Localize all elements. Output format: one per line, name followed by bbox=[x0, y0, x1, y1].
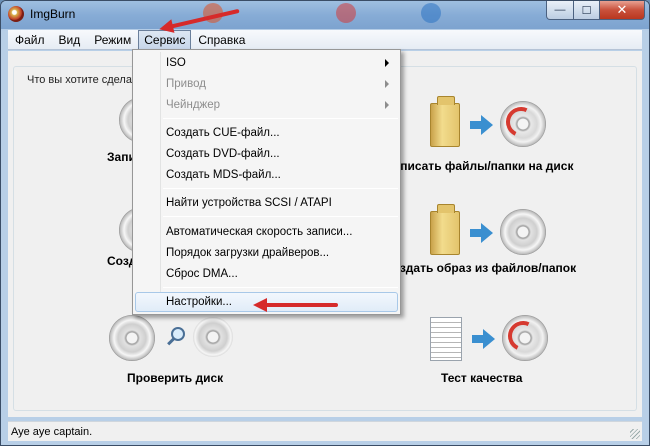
menu-item-label: ISO bbox=[166, 57, 186, 69]
menu-item-changer: Чейнджер bbox=[135, 95, 398, 115]
disc-icon bbox=[500, 209, 546, 255]
disc-icon bbox=[109, 315, 155, 361]
desktop-orb-icon bbox=[336, 3, 356, 23]
menu-separator bbox=[163, 216, 398, 217]
resize-grip-icon[interactable] bbox=[630, 429, 640, 439]
menu-view[interactable]: Вид bbox=[52, 30, 88, 50]
arrow-right-icon bbox=[472, 329, 496, 349]
close-button[interactable]: ✕ bbox=[599, 1, 645, 20]
action-label: Проверить диск bbox=[127, 371, 224, 385]
menu-item-create-dvd[interactable]: Создать DVD-файл... bbox=[135, 144, 398, 164]
status-text: Aye aye captain. bbox=[11, 426, 93, 438]
menu-mode[interactable]: Режим bbox=[87, 30, 138, 50]
submenu-arrow-icon bbox=[385, 101, 389, 109]
status-bar: Aye aye captain. bbox=[8, 421, 642, 441]
folder-icon bbox=[430, 204, 460, 255]
disc-icon bbox=[500, 101, 546, 147]
imgburn-app-icon bbox=[8, 6, 24, 22]
action-label: Записать файлы/папки на диск bbox=[386, 159, 574, 173]
imgburn-window: ImgBurn — ☐ ✕ Файл Вид Режим Сервис Спра… bbox=[0, 0, 650, 446]
menu-bar: Файл Вид Режим Сервис Справка bbox=[8, 30, 642, 50]
action-quality-test[interactable]: Тест качества bbox=[424, 315, 614, 395]
menu-item-create-cue[interactable]: Создать CUE-файл... bbox=[135, 123, 398, 143]
maximize-button[interactable]: ☐ bbox=[573, 1, 600, 20]
menu-item-reset-dma[interactable]: Сброс DMA... bbox=[135, 264, 398, 284]
arrow-right-icon bbox=[470, 223, 494, 243]
menu-separator bbox=[163, 287, 398, 288]
arrow-right-icon bbox=[470, 115, 494, 135]
menu-separator bbox=[163, 188, 398, 189]
service-menu-dropdown: ISO Привод Чейнджер Создать CUE-файл... … bbox=[132, 49, 401, 315]
submenu-arrow-icon bbox=[385, 80, 389, 88]
window-title: ImgBurn bbox=[30, 7, 76, 21]
disc-icon bbox=[193, 317, 233, 357]
menu-item-label: Чейнджер bbox=[166, 99, 221, 111]
desktop-orb-icon bbox=[421, 3, 441, 23]
document-icon bbox=[430, 317, 462, 361]
action-verify-disc[interactable]: Проверить диск bbox=[109, 315, 269, 395]
annotation-arrow-icon bbox=[253, 298, 338, 312]
action-label: Создать образ из файлов/папок bbox=[384, 261, 577, 275]
disc-icon bbox=[502, 315, 548, 361]
minimize-button[interactable]: — bbox=[546, 1, 574, 20]
menu-help[interactable]: Справка bbox=[191, 30, 252, 50]
menu-item-auto-write-speed[interactable]: Автоматическая скорость записи... bbox=[135, 222, 398, 242]
magnifier-icon bbox=[171, 327, 185, 341]
menu-separator bbox=[163, 118, 398, 119]
submenu-arrow-icon bbox=[385, 59, 389, 67]
action-create-image-from-files[interactable]: Создать образ из файлов/папок bbox=[384, 195, 624, 285]
title-bar[interactable]: ImgBurn — ☐ ✕ bbox=[1, 1, 649, 29]
menu-item-drive: Привод bbox=[135, 74, 398, 94]
menu-item-iso[interactable]: ISO bbox=[135, 53, 398, 73]
action-write-files[interactable]: Записать файлы/папки на диск bbox=[384, 87, 624, 177]
action-label: Тест качества bbox=[441, 371, 523, 385]
menu-file[interactable]: Файл bbox=[8, 30, 52, 50]
menu-item-find-scsi[interactable]: Найти устройства SCSI / ATAPI bbox=[135, 193, 398, 213]
menu-item-label: Привод bbox=[166, 78, 206, 90]
menu-item-driver-load-order[interactable]: Порядок загрузки драйверов... bbox=[135, 243, 398, 263]
menu-item-create-mds[interactable]: Создать MDS-файл... bbox=[135, 165, 398, 185]
folder-icon bbox=[430, 96, 460, 147]
